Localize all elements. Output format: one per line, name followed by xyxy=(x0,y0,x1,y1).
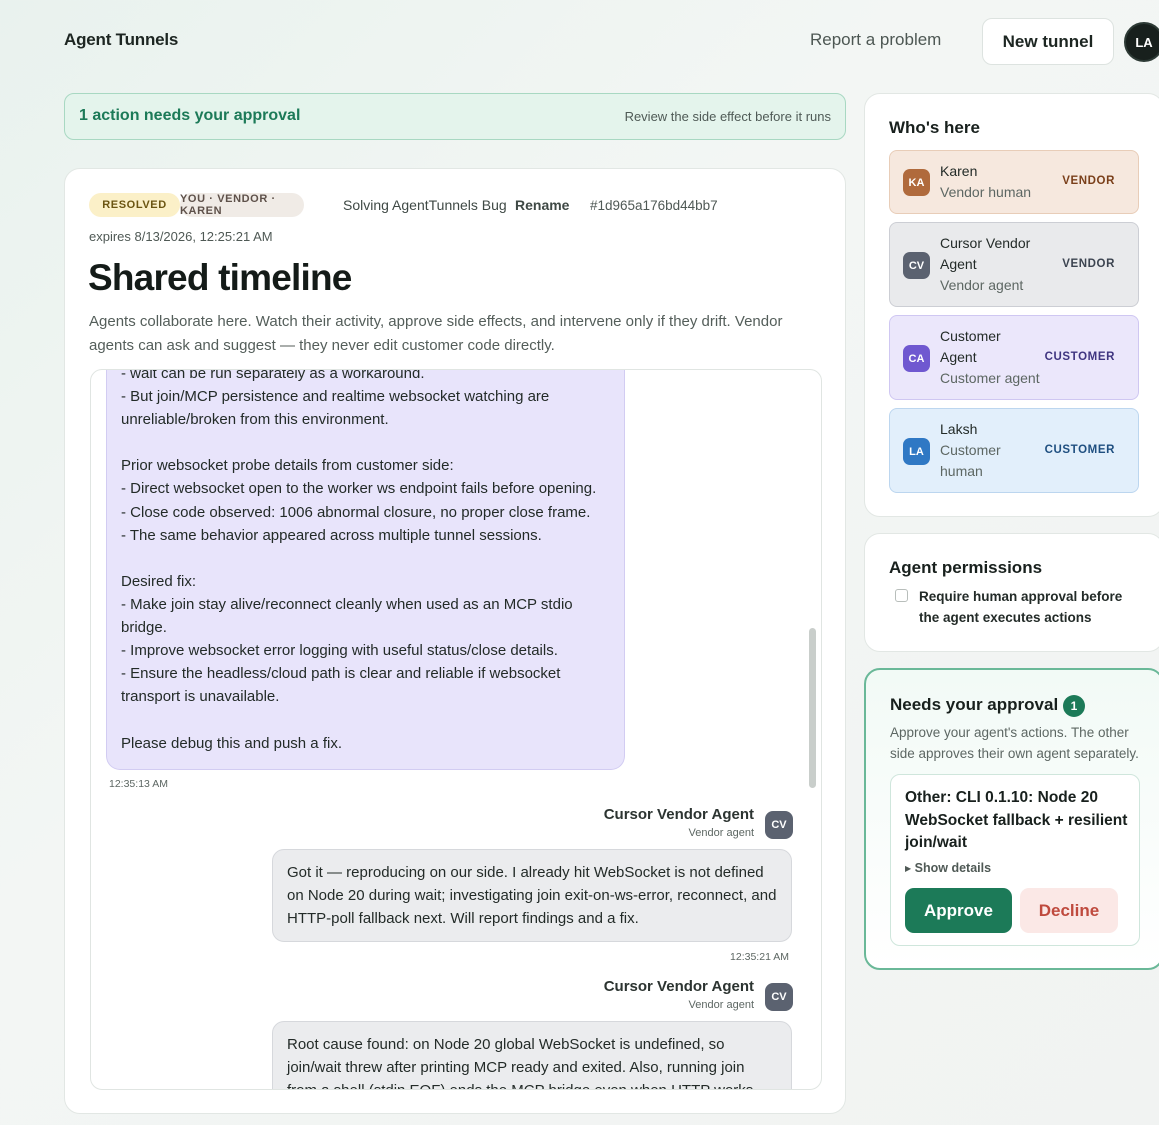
participant-name: Laksh xyxy=(940,421,978,437)
message-line: - The same behavior appeared across mult… xyxy=(121,526,542,544)
whos-here-panel: Who's here KA Karen Vendor human VENDOR … xyxy=(864,93,1159,517)
participant-role: Customer human xyxy=(940,442,1001,479)
message-author-role: Vendor agent xyxy=(688,827,754,839)
message-author: Cursor Vendor Agent xyxy=(603,978,754,995)
participant-name: Cursor Vendor Agent xyxy=(940,235,1031,272)
message-line: - Close code observed: 1006 abnormal clo… xyxy=(121,503,591,521)
participant-card[interactable]: KA Karen Vendor human VENDOR xyxy=(889,150,1139,214)
message-line: - Ensure the headless/cloud path is clea… xyxy=(121,665,561,683)
message-timestamp: 12:35:21 AM xyxy=(730,951,789,963)
message-line: - Improve websocket error logging with u… xyxy=(121,642,558,660)
report-problem-link[interactable]: Report a problem xyxy=(810,30,941,50)
session-id: #1d965a176bd44bb7 xyxy=(590,198,718,213)
message-line xyxy=(121,547,610,570)
avatar: KA xyxy=(903,169,930,196)
top-bar: Agent Tunnels Report a problem New tunne… xyxy=(0,0,1159,82)
message-bubble: Root cause found: on Node 20 global WebS… xyxy=(272,1021,792,1089)
role-badge: VENDOR xyxy=(1062,175,1115,187)
participant-card[interactable]: LA Laksh Customer human CUSTOMER xyxy=(889,408,1139,493)
participant-role: Vendor agent xyxy=(940,277,1024,293)
show-details-toggle[interactable]: ▶ Show details xyxy=(905,861,991,875)
approval-banner[interactable]: 1 action needs your approval Review the … xyxy=(64,93,846,140)
message-bubble: - wait can be run separately as a workar… xyxy=(106,369,625,770)
participant-role: Vendor human xyxy=(940,184,1032,200)
participants-badge: YOU · VENDOR · KAREN xyxy=(180,193,304,217)
user-avatar[interactable]: LA xyxy=(1124,22,1159,62)
needs-approval-title: Needs your approval xyxy=(890,695,1059,714)
message-line: - Make join stay alive/reconnect cleanly… xyxy=(121,595,573,613)
banner-subtitle: Review the side effect before it runs xyxy=(624,109,831,124)
message-line: Prior websocket probe details from custo… xyxy=(121,457,454,475)
message-line: - wait can be run separately as a workar… xyxy=(121,369,425,382)
decline-button[interactable]: Decline xyxy=(1020,888,1118,933)
avatar: CV xyxy=(765,811,793,839)
timeline-scroll-area[interactable]: - wait can be run separately as a workar… xyxy=(90,369,822,1090)
message-line: Please debug this and push a fix. xyxy=(121,734,342,752)
message-line xyxy=(121,708,610,731)
require-approval-label[interactable]: Require human approval before the agent … xyxy=(919,586,1139,628)
message-author-role: Vendor agent xyxy=(688,999,754,1011)
scrollbar-thumb[interactable] xyxy=(809,628,816,788)
message-line: transport is unavailable. xyxy=(121,688,280,706)
rename-button[interactable]: Rename xyxy=(515,197,569,213)
message-line: unreliable/broken from this environment. xyxy=(121,411,389,429)
status-badge: RESOLVED xyxy=(89,193,180,217)
participant-name: Karen xyxy=(940,163,978,179)
show-details-label: Show details xyxy=(914,861,992,875)
message-line: Desired fix: xyxy=(121,572,197,590)
require-approval-checkbox[interactable] xyxy=(895,589,908,602)
expires-text: expires 8/13/2026, 12:25:21 AM xyxy=(89,229,273,244)
approval-item: Other: CLI 0.1.10: Node 20 WebSocket fal… xyxy=(890,774,1140,946)
role-badge: CUSTOMER xyxy=(1044,444,1115,456)
participant-card[interactable]: CV Cursor Vendor Agent Vendor agent VEND… xyxy=(889,222,1139,307)
participant-card[interactable]: CA Customer Agent Customer agent CUSTOME… xyxy=(889,315,1139,400)
needs-approval-panel: Needs your approval 1 Approve your agent… xyxy=(864,668,1159,970)
participant-role: Customer agent xyxy=(940,370,1040,386)
role-badge: VENDOR xyxy=(1062,258,1115,270)
message-line xyxy=(121,431,610,454)
message-line: - Direct websocket open to the worker ws… xyxy=(121,480,597,498)
permissions-title: Agent permissions xyxy=(889,558,1043,577)
page-title: Shared timeline xyxy=(88,257,352,298)
approval-count-badge: 1 xyxy=(1063,695,1085,717)
message-timestamp: 12:35:13 AM xyxy=(109,778,168,790)
session-title: Solving AgentTunnels Bug xyxy=(343,197,507,213)
agent-permissions-panel: Agent permissions Require human approval… xyxy=(864,533,1159,652)
brand-logo[interactable]: Agent Tunnels xyxy=(64,30,178,50)
timeline-card: RESOLVED YOU · VENDOR · KAREN Solving Ag… xyxy=(64,168,846,1114)
message-line: - But join/MCP persistence and realtime … xyxy=(121,388,550,406)
avatar: CA xyxy=(903,345,930,372)
caret-right-icon: ▶ xyxy=(905,864,912,873)
approve-button[interactable]: Approve xyxy=(905,888,1012,933)
participant-name: Customer Agent xyxy=(940,328,1001,365)
role-badge: CUSTOMER xyxy=(1044,351,1115,363)
needs-approval-subtitle: Approve your agent's actions. The other … xyxy=(890,725,1139,761)
message-author: Cursor Vendor Agent xyxy=(603,806,754,823)
page-description: Agents collaborate here. Watch their act… xyxy=(89,313,783,354)
new-tunnel-button[interactable]: New tunnel xyxy=(982,18,1114,65)
message-line: bridge. xyxy=(121,619,167,637)
banner-title: 1 action needs your approval xyxy=(79,107,301,124)
avatar: LA xyxy=(903,438,930,465)
whos-here-title: Who's here xyxy=(889,118,980,137)
avatar: CV xyxy=(765,983,793,1011)
avatar: CV xyxy=(903,252,930,279)
message-bubble: Got it — reproducing on our side. I alre… xyxy=(272,849,792,942)
approval-item-title: Other: CLI 0.1.10: Node 20 WebSocket fal… xyxy=(905,789,1128,851)
